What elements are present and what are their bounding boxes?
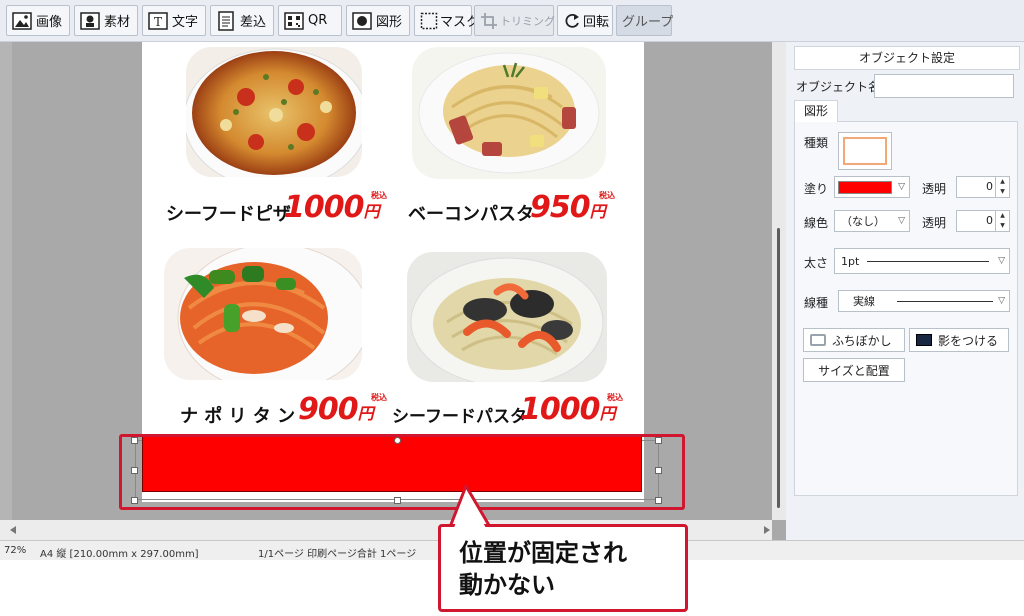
line-color-value: （なし） (841, 215, 885, 228)
add-shadow-button[interactable]: 影をつける (909, 328, 1009, 352)
menu-item-name: ベーコンパスタ (408, 204, 534, 225)
chevron-down-icon: ▽ (998, 256, 1005, 266)
text-button[interactable]: T 文字 (142, 5, 206, 36)
image-button-label: 画像 (36, 15, 63, 30)
blur-edges-button[interactable]: ふちぼかし (803, 328, 905, 352)
insert-button[interactable]: 差込 (210, 5, 274, 36)
fill-color-dropdown[interactable]: ▽ (834, 176, 910, 198)
vertical-scrollbar[interactable] (772, 42, 786, 520)
line-transparency-stepper[interactable]: 0 ▲ ▼ (956, 210, 1010, 232)
group-button-label: グループ (622, 15, 674, 30)
shadow-icon (916, 334, 932, 346)
rectangle-shape-icon (843, 137, 887, 165)
menu-item-price: 950円 税込 (530, 190, 615, 225)
annotation-highlight (119, 434, 685, 510)
paper-size: A4 縦 [210.00mm x 297.00mm] (40, 549, 199, 560)
rotate-button[interactable]: 回転 (557, 5, 613, 36)
line-type-dropdown[interactable]: 実線 ▽ (838, 290, 1010, 312)
shape-button-label: 図形 (376, 15, 403, 30)
shape-type-selector[interactable] (838, 132, 892, 170)
fill-color-swatch (838, 180, 892, 194)
image-icon (12, 11, 32, 31)
chevron-down-icon: ▽ (998, 296, 1005, 306)
fill-label: 塗り (804, 182, 829, 196)
scroll-thumb[interactable] (777, 228, 780, 508)
qr-icon (284, 11, 304, 31)
shape-button[interactable]: 図形 (346, 5, 410, 36)
pizza-photo[interactable] (186, 47, 362, 177)
annotation-callout: 位置が固定され 動かない (438, 524, 688, 612)
svg-text:T: T (154, 15, 162, 29)
chevron-down-icon: ▽ (898, 216, 905, 226)
fill-transparency-stepper[interactable]: 0 ▲ ▼ (956, 176, 1010, 198)
qr-button-label: QR (308, 13, 328, 28)
page-count: 1/1ページ 印刷ページ合計 1ページ (258, 549, 417, 560)
material-button-label: 素材 (104, 15, 131, 30)
crop-button[interactable]: トリミング (474, 5, 555, 36)
seafood-pasta-photo[interactable] (407, 252, 607, 382)
blur-edges-icon (810, 334, 826, 346)
image-button[interactable]: 画像 (6, 5, 70, 36)
stepper-arrows-icon[interactable]: ▲ ▼ (995, 211, 1009, 231)
group-button[interactable]: グループ (616, 5, 674, 36)
thickness-dropdown[interactable]: 1pt ▽ (834, 248, 1010, 274)
insert-button-label: 差込 (240, 15, 267, 30)
object-name-input[interactable] (874, 74, 1014, 98)
line-transparency-label: 透明 (922, 216, 947, 230)
chevron-down-icon: ▽ (898, 182, 905, 192)
menu-item-price: 1000円 税込 (520, 392, 623, 427)
material-button[interactable]: 素材 (74, 5, 138, 36)
bacon-pasta-photo[interactable] (412, 47, 606, 179)
line-type-label: 線種 (804, 296, 829, 310)
size-position-label: サイズと配置 (818, 363, 890, 378)
text-icon: T (148, 11, 168, 31)
rotate-icon (563, 11, 581, 31)
line-color-dropdown[interactable]: （なし） ▽ (834, 210, 910, 232)
line-preview-icon (897, 301, 993, 302)
text-button-label: 文字 (172, 15, 199, 30)
shape-icon (352, 11, 372, 31)
qr-button[interactable]: QR (278, 5, 342, 36)
line-preview-icon (867, 261, 989, 262)
panel-title: オブジェクト設定 (794, 46, 1020, 70)
thickness-label: 太さ (804, 256, 829, 270)
object-name-label: オブジェクト名 (796, 80, 881, 94)
size-position-button[interactable]: サイズと配置 (803, 358, 905, 382)
napolitan-photo[interactable] (164, 248, 362, 380)
scroll-left-icon[interactable] (10, 526, 16, 534)
menu-item-name: ナ ポ リ タ ン (180, 406, 296, 427)
type-label: 種類 (804, 136, 829, 150)
crop-icon (480, 11, 498, 31)
stepper-arrows-icon[interactable]: ▲ ▼ (995, 177, 1009, 197)
toolbar: 画像 素材 T 文字 差込 QR 図形 マスク トリミング 回転 グループ (0, 0, 1024, 42)
fill-transparency-label: 透明 (922, 182, 947, 196)
line-color-label: 線色 (804, 216, 829, 230)
mask-icon (420, 11, 438, 31)
crop-button-label: トリミング (500, 14, 555, 28)
line-transparency-value: 0 (986, 214, 993, 227)
fill-transparency-value: 0 (986, 180, 993, 193)
callout-text: 位置が固定され 動かない (459, 539, 627, 599)
line-type-value: 実線 (853, 295, 875, 308)
scroll-right-icon[interactable] (764, 526, 770, 534)
insert-icon (216, 10, 236, 31)
menu-item-price: 900円 税込 (298, 392, 387, 427)
rotate-button-label: 回転 (583, 15, 610, 30)
menu-item-price: 1000円 税込 (284, 190, 387, 225)
tab-shape[interactable]: 図形 (794, 100, 838, 122)
menu-item-name: シーフードパスタ (392, 407, 527, 427)
add-shadow-label: 影をつける (938, 333, 999, 348)
menu-item-name: シーフードピザ (166, 204, 291, 225)
blur-edges-label: ふちぼかし (832, 333, 892, 348)
mask-button[interactable]: マスク (414, 5, 479, 36)
document-page[interactable]: シーフードピザ 1000円 税込 ベーコンパスタ 950円 税込 ナ ポ リ タ… (142, 42, 644, 502)
zoom-level: 72% (4, 545, 27, 556)
material-icon (80, 11, 100, 31)
thickness-value: 1pt (841, 254, 860, 268)
canvas-margin (0, 42, 12, 520)
